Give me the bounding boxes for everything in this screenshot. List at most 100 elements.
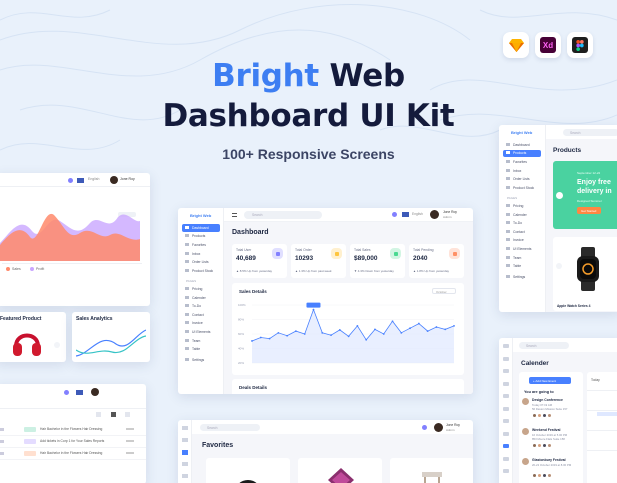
avatar[interactable] [430, 210, 439, 219]
sales-point[interactable] [426, 330, 429, 332]
dashboard-icon[interactable] [182, 426, 188, 430]
orders-icon[interactable] [182, 474, 188, 478]
sidebar-icon[interactable] [503, 444, 509, 448]
sidebar-item-invoice[interactable]: Invoice [182, 320, 220, 328]
sidebar-item-pricing[interactable]: Pricing [182, 285, 220, 293]
avatar[interactable] [91, 388, 99, 396]
event-item[interactable]: Glastonbury Festival 20-22 October 2019 a… [522, 458, 580, 483]
inbox-icon[interactable] [182, 462, 188, 466]
menu-icon[interactable] [232, 213, 237, 217]
sales-point[interactable] [374, 328, 376, 331]
sidebar-item-product-stock[interactable]: Product Stock [503, 184, 541, 192]
star-icon[interactable] [0, 428, 4, 431]
sales-point[interactable] [400, 331, 403, 334]
bell-icon[interactable] [68, 178, 73, 183]
add-event-button[interactable]: + Add New Event [529, 377, 571, 384]
product-card[interactable]: Apple Watch Series 4 [553, 237, 617, 311]
sidebar-icon[interactable] [503, 456, 509, 461]
sidebar-item-dashboard[interactable]: Dashboard [182, 224, 220, 232]
sidebar-item-to-do[interactable]: To-Do [503, 219, 541, 227]
sidebar-item-table[interactable]: Table [182, 345, 220, 353]
sales-point[interactable] [295, 330, 297, 332]
sidebar-icon[interactable] [503, 356, 509, 361]
next-arrow-icon[interactable] [54, 342, 60, 348]
language-label[interactable]: English [412, 212, 423, 216]
sidebar-item-products[interactable]: Products [503, 149, 541, 158]
search-input[interactable]: Search [200, 424, 260, 431]
sidebar-icon[interactable] [503, 431, 509, 436]
sales-point[interactable] [356, 324, 359, 327]
sidebar-item-favorites[interactable]: Favorites [503, 158, 541, 166]
trash-icon[interactable] [111, 412, 116, 417]
sidebar-item-order-lists[interactable]: Order Lists [182, 258, 220, 266]
sales-point[interactable] [365, 338, 368, 341]
sales-point[interactable] [268, 337, 271, 340]
star-icon[interactable] [0, 440, 4, 443]
sidebar-icon[interactable] [503, 469, 509, 473]
sales-point[interactable] [312, 308, 315, 311]
sidebar-icon[interactable] [503, 344, 509, 348]
sidebar-item-contact[interactable]: Contact [503, 228, 541, 236]
sidebar-icon[interactable] [503, 381, 509, 386]
sidebar-icon[interactable] [503, 369, 509, 373]
more-icon[interactable] [125, 412, 130, 417]
month-select[interactable]: October [432, 288, 456, 294]
sidebar-item-products[interactable]: Products [182, 233, 220, 241]
favorite-product-card[interactable] [390, 458, 473, 483]
sidebar-item-settings[interactable]: Settings [182, 356, 220, 364]
sales-point[interactable] [321, 331, 324, 334]
sales-point[interactable] [277, 331, 280, 334]
sidebar-item-dashboard[interactable]: Dashboard [503, 141, 541, 149]
sales-point[interactable] [347, 335, 350, 338]
sidebar-item-inbox[interactable]: Inbox [182, 250, 220, 258]
sidebar-item-invoice[interactable]: Invoice [503, 237, 541, 245]
sales-point[interactable] [259, 336, 262, 339]
sidebar-item-settings[interactable]: Settings [503, 273, 541, 281]
sales-point[interactable] [286, 334, 289, 337]
sidebar-item-pricing[interactable]: Pricing [503, 202, 541, 210]
sidebar-item-product-stock[interactable]: Product Stock [182, 267, 220, 275]
search-input[interactable]: Search [244, 211, 322, 219]
event-item[interactable]: Design Conference Today 07:19 AM 56 Davion… [522, 398, 580, 426]
logo[interactable]: Bright Web [190, 213, 211, 218]
sidebar-item-to-do[interactable]: To-Do [182, 302, 220, 310]
sidebar-icon[interactable] [503, 406, 509, 411]
star-icon[interactable] [0, 452, 4, 455]
sales-point[interactable] [338, 329, 341, 331]
sales-point[interactable] [330, 334, 332, 337]
bell-icon[interactable] [422, 425, 427, 430]
sidebar-item-calender[interactable]: Calender [182, 294, 220, 302]
sales-point[interactable] [444, 328, 447, 331]
bell-icon[interactable] [64, 390, 69, 395]
language-label[interactable]: English [88, 177, 99, 181]
prev-arrow-icon[interactable] [556, 263, 562, 269]
get-started-button[interactable]: Get Started [577, 207, 601, 214]
sales-point[interactable] [453, 324, 455, 327]
list-item[interactable]: Hair Bachelor in the Flowers Hair Dressi… [0, 424, 146, 436]
prev-arrow-icon[interactable] [556, 192, 563, 199]
sidebar-item-inbox[interactable]: Inbox [503, 167, 541, 175]
list-item[interactable]: Add tickets in Corp 1 for Your Sales Rep… [0, 436, 146, 448]
sidebar-item-ui-elements[interactable]: UI Elements [503, 245, 541, 253]
sales-point[interactable] [435, 326, 438, 328]
list-item[interactable]: Hair Bachelor in the Flowers Hair Dressi… [0, 448, 146, 460]
avatar[interactable] [434, 423, 443, 432]
sidebar-item-favorites[interactable]: Favorites [182, 241, 220, 249]
favorite-product-card[interactable] [206, 458, 290, 483]
search-input[interactable]: Search [563, 129, 617, 136]
sales-point[interactable] [382, 333, 385, 335]
sales-point[interactable] [303, 333, 306, 335]
sales-point[interactable] [417, 322, 420, 325]
sidebar-item-contact[interactable]: Contact [182, 311, 220, 319]
sidebar-item-order-lists[interactable]: Order Lists [503, 175, 541, 183]
heart-icon[interactable] [182, 450, 188, 455]
sidebar-icon[interactable] [503, 419, 509, 423]
sidebar-item-table[interactable]: Table [503, 262, 541, 270]
sales-point[interactable] [391, 320, 394, 323]
sidebar-item-team[interactable]: Team [182, 337, 220, 345]
bell-icon[interactable] [392, 212, 397, 217]
sidebar-item-calender[interactable]: Calender [503, 211, 541, 219]
sales-point[interactable] [409, 327, 411, 330]
products-icon[interactable] [182, 438, 188, 442]
calendar-event-bar[interactable] [597, 412, 617, 416]
